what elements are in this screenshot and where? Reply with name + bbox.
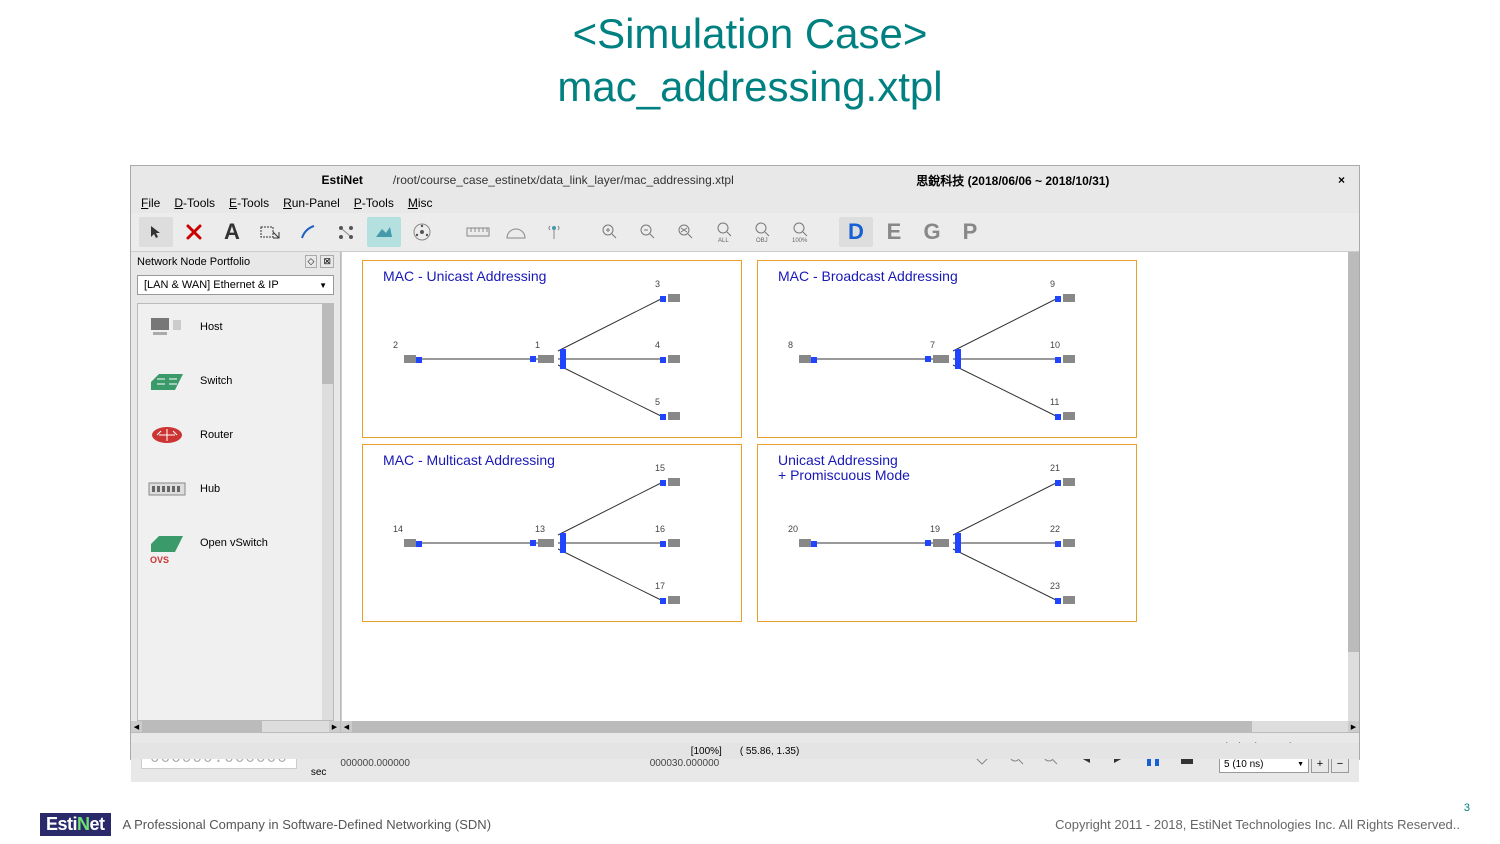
window-close-button[interactable]: × xyxy=(1332,173,1351,187)
svg-text:ALL: ALL xyxy=(718,238,729,243)
link-tool-icon[interactable] xyxy=(291,217,325,247)
title-line1: <Simulation Case> xyxy=(0,8,1500,61)
menu-dtools[interactable]: D-Tools xyxy=(174,196,215,210)
switch-icon xyxy=(148,368,186,394)
file-path: /root/course_case_estinetx/data_link_lay… xyxy=(393,173,734,187)
hub-node[interactable]: 13 xyxy=(533,536,559,550)
footer-copyright: Copyright 2011 - 2018, EstiNet Technolog… xyxy=(1055,817,1460,832)
pointer-tool-icon[interactable] xyxy=(139,217,173,247)
panel-close-icon[interactable]: ⊠ xyxy=(320,255,334,268)
radiation-tool-icon[interactable] xyxy=(405,217,439,247)
host-node[interactable]: 5 xyxy=(663,409,683,423)
host-node[interactable]: 21 xyxy=(1058,475,1078,489)
zoom-out-icon[interactable] xyxy=(631,217,665,247)
select-rect-tool-icon[interactable] xyxy=(253,217,287,247)
zoom-all-icon[interactable]: ALL xyxy=(707,217,741,247)
titlebar: EstiNet /root/course_case_estinetx/data_… xyxy=(131,166,1359,194)
status-bar: [100%] ( 55.86, 1.35) xyxy=(131,743,1359,759)
host-node[interactable]: 4 xyxy=(663,352,683,366)
sidebar-title: Network Node Portfolio ◇ ⊠ xyxy=(131,252,340,271)
mode-d-button[interactable]: D xyxy=(839,217,873,247)
node-item-router[interactable]: Router xyxy=(138,412,333,466)
menu-runpanel[interactable]: Run-Panel xyxy=(283,196,340,210)
sec-label: sec xyxy=(311,767,327,778)
topology-panel[interactable]: Unicast Addressing + Promiscuous Mode201… xyxy=(757,444,1137,622)
hub-node[interactable]: 1 xyxy=(533,352,559,366)
host-node[interactable]: 2 xyxy=(399,352,419,366)
host-node[interactable]: 8 xyxy=(794,352,814,366)
node-item-host[interactable]: Host xyxy=(138,304,333,358)
hub-node[interactable]: 7 xyxy=(928,352,954,366)
node-item-hub[interactable]: Hub xyxy=(138,466,333,520)
topology-panel[interactable]: MAC - Broadcast Addressing8791011 xyxy=(757,260,1137,438)
menu-file[interactable]: File xyxy=(141,196,160,210)
menu-ptools[interactable]: P-Tools xyxy=(354,196,394,210)
host-node[interactable]: 11 xyxy=(1058,409,1078,423)
sidebar-scrollbar[interactable] xyxy=(322,304,333,720)
coords-readout: ( 55.86, 1.35) xyxy=(740,746,799,757)
host-icon xyxy=(148,314,186,340)
node-portfolio-list: Host Switch Router Hub OVS Open vSwitch xyxy=(137,303,334,721)
app-window: EstiNet /root/course_case_estinetx/data_… xyxy=(130,165,1360,760)
host-node[interactable]: 14 xyxy=(399,536,419,550)
dropdown-arrow-icon: ▼ xyxy=(319,281,327,290)
router-icon xyxy=(148,422,186,448)
category-dropdown[interactable]: [LAN & WAN] Ethernet & IP ▼ xyxy=(137,275,334,295)
license-text: 思銳科技 (2018/06/06 ~ 2018/10/31) xyxy=(916,172,1109,189)
terrain-tool-icon[interactable] xyxy=(367,217,401,247)
canvas-hscroll[interactable]: ◀▶ xyxy=(341,721,1359,732)
menu-bar: File D-Tools E-Tools Run-Panel P-Tools M… xyxy=(131,194,1359,213)
panel-collapse-icon[interactable]: ◇ xyxy=(305,255,318,268)
sidebar: Network Node Portfolio ◇ ⊠ [LAN & WAN] E… xyxy=(131,252,341,732)
zoom-reset-icon[interactable] xyxy=(669,217,703,247)
antenna-tool-icon[interactable] xyxy=(537,217,571,247)
host-node[interactable]: 10 xyxy=(1058,352,1078,366)
slide-title: <Simulation Case> mac_addressing.xtpl xyxy=(0,0,1500,115)
topology-panel[interactable]: MAC - Unicast Addressing21345 xyxy=(362,260,742,438)
mode-e-button[interactable]: E xyxy=(877,217,911,247)
host-node[interactable]: 20 xyxy=(794,536,814,550)
topology-canvas[interactable]: MAC - Unicast Addressing21345MAC - Broad… xyxy=(341,252,1359,721)
topology-panel[interactable]: MAC - Multicast Addressing1413151617 xyxy=(362,444,742,622)
zoom-obj-icon[interactable]: OBJ xyxy=(745,217,779,247)
footer-tagline: A Professional Company in Software-Defin… xyxy=(123,817,492,832)
menu-misc[interactable]: Misc xyxy=(408,196,433,210)
hub-icon xyxy=(148,476,186,502)
zoom-100-icon[interactable]: 100% xyxy=(783,217,817,247)
page-number: 3 xyxy=(1464,802,1470,814)
host-node[interactable]: 9 xyxy=(1058,291,1078,305)
mode-g-button[interactable]: G xyxy=(915,217,949,247)
ovs-icon: OVS xyxy=(148,530,186,556)
zoom-in-icon[interactable] xyxy=(593,217,627,247)
estinet-logo: EstiNet xyxy=(40,813,111,836)
host-node[interactable]: 15 xyxy=(663,475,683,489)
host-node[interactable]: 3 xyxy=(663,291,683,305)
node-item-switch[interactable]: Switch xyxy=(138,358,333,412)
host-node[interactable]: 23 xyxy=(1058,593,1078,607)
delete-tool-icon[interactable] xyxy=(177,217,211,247)
svg-text:100%: 100% xyxy=(792,238,808,243)
zoom-readout: [100%] xyxy=(691,746,722,757)
host-node[interactable]: 22 xyxy=(1058,536,1078,550)
host-node[interactable]: 16 xyxy=(663,536,683,550)
protractor-tool-icon[interactable] xyxy=(499,217,533,247)
brand-label: EstiNet xyxy=(322,173,363,187)
node-item-ovs[interactable]: OVS Open vSwitch xyxy=(138,520,333,574)
mode-p-button[interactable]: P xyxy=(953,217,987,247)
svg-text:OBJ: OBJ xyxy=(756,238,768,243)
slide-footer: EstiNet A Professional Company in Softwa… xyxy=(0,813,1500,836)
title-line2: mac_addressing.xtpl xyxy=(0,61,1500,114)
ruler-tool-icon[interactable] xyxy=(461,217,495,247)
move-node-tool-icon[interactable] xyxy=(329,217,363,247)
canvas-vscroll[interactable] xyxy=(1348,252,1359,721)
menu-etools[interactable]: E-Tools xyxy=(229,196,269,210)
hub-node[interactable]: 19 xyxy=(928,536,954,550)
toolbar: A ALL OBJ 100% D E G P xyxy=(131,213,1359,252)
sidebar-hscroll[interactable]: ◀▶ xyxy=(131,721,340,732)
host-node[interactable]: 17 xyxy=(663,593,683,607)
text-tool-icon[interactable]: A xyxy=(215,217,249,247)
